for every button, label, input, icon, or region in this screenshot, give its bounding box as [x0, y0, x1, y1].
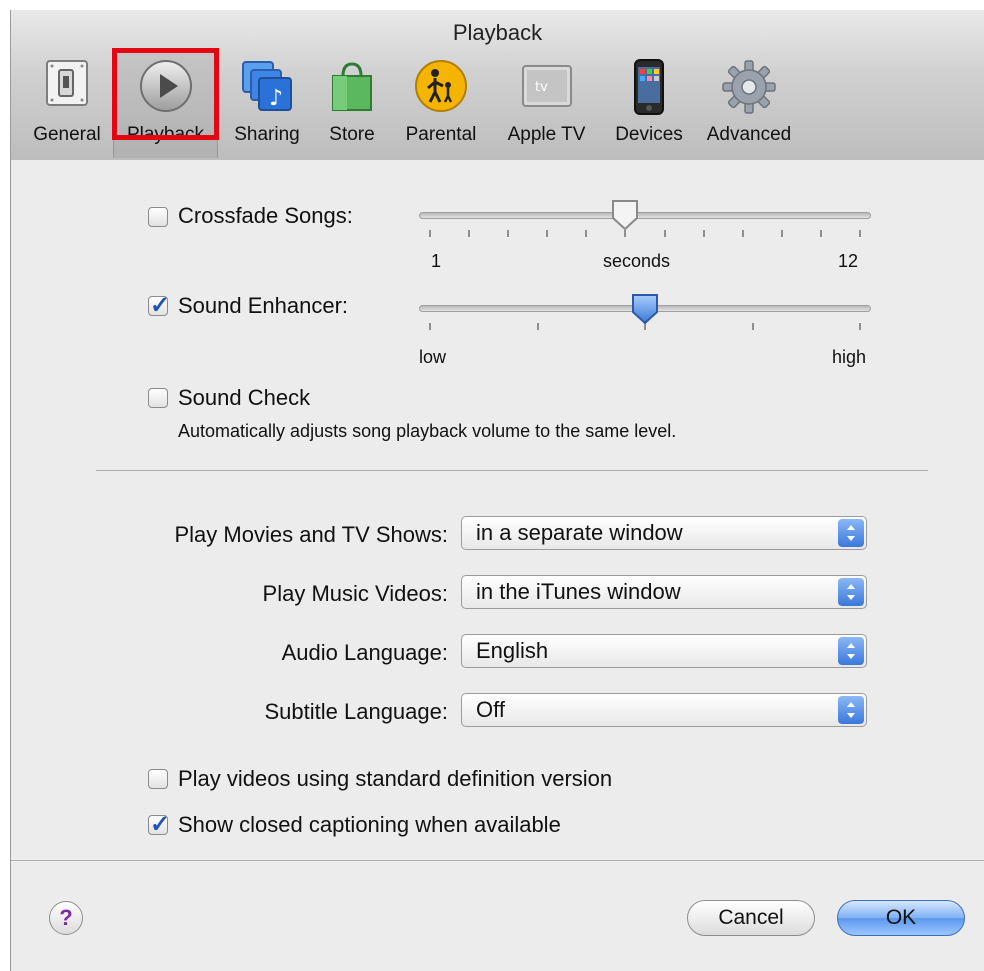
button-bar: ? Cancel OK [11, 860, 984, 971]
slider-tick [751, 323, 754, 330]
slider-tick [859, 230, 861, 237]
subtitle-language-value: Off [476, 697, 505, 722]
slider-tick [741, 230, 744, 237]
sound-enhancer-checkbox[interactable]: ✓ [148, 292, 170, 319]
popup-arrows-icon [838, 696, 864, 724]
slider-tick [819, 230, 822, 237]
toolbar-item-parental[interactable]: Parental [393, 50, 489, 158]
cancel-button[interactable]: Cancel [687, 900, 815, 936]
crossfade-label: Crossfade Songs: [178, 203, 353, 228]
help-button[interactable]: ? [49, 901, 83, 935]
sound-check-description: Automatically adjusts song playback volu… [178, 421, 677, 441]
toolbar-label-general: General [33, 124, 101, 145]
crossfade-max-label: 12 [838, 251, 859, 271]
play-movies-label: Play Movies and TV Shows: [174, 522, 449, 547]
audio-language-value: English [476, 638, 549, 663]
toolbar-label-advanced: Advanced [706, 124, 792, 145]
switch-icon [43, 58, 91, 113]
crossfade-slider-track[interactable] [419, 212, 871, 219]
standard-definition-checkbox[interactable] [148, 769, 168, 789]
slider-tick [546, 230, 549, 237]
sound-enhancer-label: Sound Enhancer: [178, 293, 349, 318]
play-music-videos-value: in the iTunes window [476, 579, 681, 604]
slider-tick [702, 230, 705, 237]
crossfade-min-label: 1 [431, 251, 442, 271]
preferences-window: Playback General Playback ♪ Sharing Stor… [10, 10, 984, 971]
toolbar-label-apple-tv: Apple TV [507, 124, 586, 145]
toolbar-item-advanced[interactable]: Advanced [699, 50, 799, 158]
crossfade-slider-thumb[interactable] [610, 198, 640, 237]
toolbar-item-playback[interactable]: Playback [113, 50, 218, 158]
crossfade-mid-label: seconds [603, 251, 671, 271]
sound-check-label: Sound Check [178, 385, 311, 410]
play-music-videos-popup[interactable]: in the iTunes window [461, 575, 867, 609]
toolbar-label-store: Store [329, 124, 375, 145]
closed-captioning-label: Show closed captioning when available [178, 812, 561, 837]
window-titlebar: Playback General Playback ♪ Sharing Stor… [11, 10, 984, 161]
toolbar-item-general[interactable]: General [21, 50, 113, 158]
playback-panel: Crossfade Songs: 1 seconds 12 ✓ Sound En… [11, 160, 984, 861]
popup-arrows-icon [838, 637, 864, 665]
subtitle-language-popup[interactable]: Off [461, 693, 867, 727]
section-divider [96, 470, 928, 471]
svg-text:♪: ♪ [269, 86, 283, 111]
toolbar-item-sharing[interactable]: ♪ Sharing [221, 50, 313, 158]
audio-language-popup[interactable]: English [461, 634, 867, 668]
slider-tick [507, 230, 510, 237]
popup-arrows-icon [838, 519, 864, 547]
play-music-videos-label: Play Music Videos: [262, 581, 448, 606]
slider-tick [663, 230, 666, 237]
sound-enhancer-min-label: low [419, 347, 447, 367]
toolbar-label-parental: Parental [405, 124, 477, 145]
play-icon [138, 58, 194, 119]
play-movies-popup[interactable]: in a separate window [461, 516, 867, 550]
standard-definition-label: Play videos using standard definition ve… [178, 766, 613, 791]
toolbar-label-playback: Playback [126, 124, 205, 145]
toolbar-item-store[interactable]: Store [316, 50, 388, 158]
parental-icon [413, 58, 469, 119]
toolbar-item-apple-tv[interactable]: tv Apple TV [494, 50, 599, 158]
apple-tv-icon: tv [519, 58, 575, 119]
audio-language-label: Audio Language: [281, 640, 448, 665]
sound-check-checkbox[interactable] [148, 388, 168, 408]
slider-tick [585, 230, 588, 237]
toolbar-label-devices: Devices [615, 124, 683, 145]
sharing-icon: ♪ [239, 58, 295, 119]
sound-enhancer-slider-thumb[interactable] [630, 292, 660, 331]
crossfade-checkbox[interactable] [148, 207, 168, 227]
gear-icon [720, 58, 778, 121]
ok-button[interactable]: OK [837, 900, 965, 936]
closed-captioning-checkbox[interactable]: ✓ [148, 811, 170, 838]
iphone-icon [629, 58, 669, 121]
popup-arrows-icon [838, 578, 864, 606]
slider-tick [536, 323, 539, 330]
window-title: Playback [452, 20, 543, 45]
slider-tick [859, 323, 861, 330]
play-movies-value: in a separate window [476, 520, 683, 545]
sound-enhancer-max-label: high [832, 347, 867, 367]
toolbar-label-sharing: Sharing [234, 124, 300, 145]
svg-text:tv: tv [535, 80, 548, 95]
slider-tick [429, 230, 431, 237]
subtitle-language-label: Subtitle Language: [264, 699, 449, 724]
slider-tick [468, 230, 471, 237]
slider-tick [429, 323, 431, 330]
toolbar-item-devices[interactable]: Devices [601, 50, 697, 158]
shopping-bag-icon [327, 58, 377, 119]
slider-tick [780, 230, 783, 237]
